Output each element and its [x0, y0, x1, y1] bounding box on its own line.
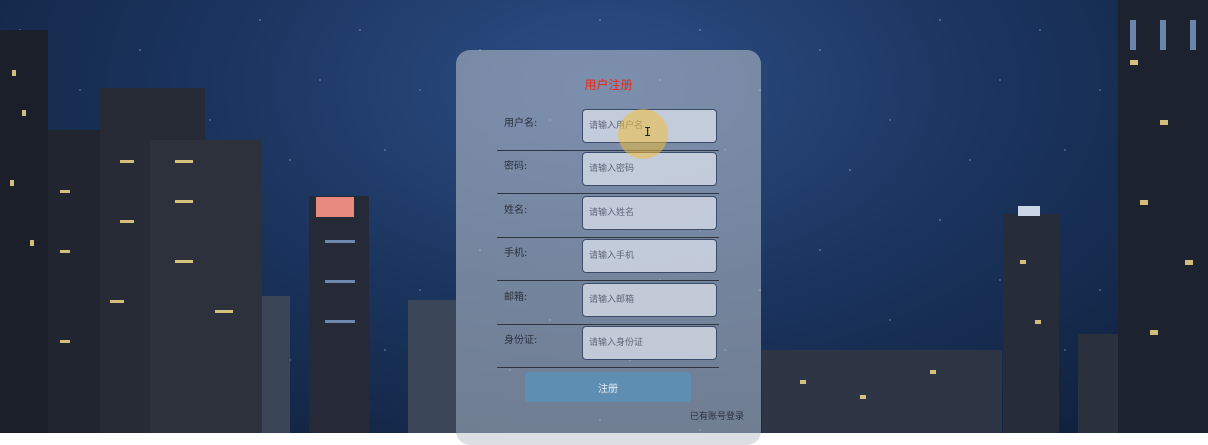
- id-card-row: 身份证:: [497, 324, 719, 368]
- id-card-label: 身份证:: [504, 335, 538, 346]
- email-input[interactable]: [582, 283, 717, 317]
- password-label: 密码:: [504, 161, 528, 172]
- username-label: 用户名:: [504, 118, 538, 129]
- password-row: 密码:: [497, 150, 719, 194]
- register-card: 用户注册 用户名: 密码: 姓名: 手机: 邮箱: 身份证: 注册 已有账号登录…: [456, 50, 761, 445]
- id-card-input[interactable]: [582, 326, 717, 360]
- cursor-highlight: [618, 109, 668, 159]
- name-input[interactable]: [582, 196, 717, 230]
- phone-label: 手机:: [504, 248, 528, 259]
- name-label: 姓名:: [504, 205, 528, 216]
- email-label: 邮箱:: [504, 292, 528, 303]
- name-row: 姓名:: [497, 194, 719, 238]
- phone-row: 手机:: [497, 237, 719, 281]
- form-title: 用户注册: [584, 78, 633, 92]
- register-button[interactable]: 注册: [525, 372, 691, 402]
- username-row: 用户名:: [497, 107, 719, 151]
- email-row: 邮箱:: [497, 281, 719, 325]
- phone-input[interactable]: [582, 239, 717, 273]
- text-cursor-icon: I: [644, 125, 652, 139]
- login-link[interactable]: 已有账号登录: [690, 409, 744, 422]
